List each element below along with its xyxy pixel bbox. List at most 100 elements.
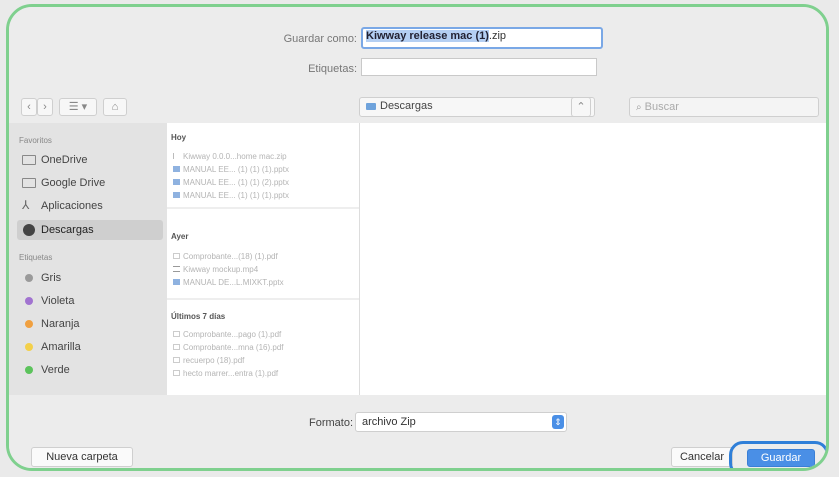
sidebar-tag-violeta[interactable]: Violeta <box>17 291 163 311</box>
new-folder-toolbar-button[interactable]: ⌂ <box>103 98 127 116</box>
file-list-column: Hoy Kiwway 0.0.0...home mac.zip MANUAL E… <box>167 123 360 395</box>
preview-column[interactable] <box>360 123 826 395</box>
section-divider <box>167 298 359 300</box>
sidebar-tag-gris[interactable]: Gris <box>17 268 163 288</box>
section-heading-hoy: Hoy <box>171 133 187 142</box>
sidebar-item-label: Violeta <box>41 295 75 307</box>
back-button[interactable]: ‹ <box>21 98 37 116</box>
cancel-label: Cancelar <box>679 451 725 463</box>
forward-button[interactable]: › <box>37 98 53 116</box>
file-name: Kiwway mockup.mp4 <box>183 265 259 274</box>
updown-chevron-icon: ⇕ <box>552 415 564 429</box>
sidebar-item-label: Verde <box>41 364 70 376</box>
sidebar-item-aplicaciones[interactable]: ⅄ Aplicaciones <box>17 196 163 216</box>
format-label: Formato: <box>308 417 353 429</box>
location-label: Descargas <box>380 100 433 112</box>
file-name: MANUAL EE... (1) (1) (2).pptx <box>183 178 289 187</box>
file-name: MANUAL DE...L.MIXKT.pptx <box>183 278 284 287</box>
sidebar-tag-naranja[interactable]: Naranja <box>17 314 163 334</box>
search-field[interactable]: ⌕ Buscar <box>629 97 819 117</box>
doc-icon <box>173 192 180 198</box>
sidebar-item-onedrive[interactable]: OneDrive <box>17 150 163 170</box>
file-name: Comprobante...mna (16).pdf <box>183 343 284 352</box>
view-mode-button[interactable]: ☰ ▾ <box>59 98 97 116</box>
save-label: Guardar <box>760 452 802 464</box>
list-item[interactable]: hecto marrer...entra (1).pdf <box>171 367 357 380</box>
dialog-footer: Formato: archivo Zip ⇕ Nueva carpeta Can… <box>9 395 826 468</box>
filename-field[interactable]: Kiwway release mac (1).zip <box>361 27 603 49</box>
list-item[interactable]: Kiwway mockup.mp4 <box>171 263 357 276</box>
apps-icon: ⅄ <box>22 198 30 212</box>
sidebar-item-label: Descargas <box>41 224 94 236</box>
pdf-icon <box>173 357 180 363</box>
sidebar-item-label: Gris <box>41 272 62 284</box>
sidebar-item-label: OneDrive <box>41 154 88 166</box>
folder-icon <box>22 178 36 188</box>
folder-icon <box>22 155 36 165</box>
file-name: Comprobante...(18) (1).pdf <box>183 252 278 261</box>
chevron-right-icon: › <box>43 101 47 113</box>
download-icon <box>23 224 35 236</box>
list-item[interactable]: MANUAL EE... (1) (1) (1).pptx <box>171 189 357 202</box>
tag-dot-icon <box>25 274 33 282</box>
tag-dot-icon <box>25 297 33 305</box>
zip-icon <box>173 153 181 159</box>
folder-icon <box>366 102 376 110</box>
list-item[interactable]: Comprobante...(18) (1).pdf <box>171 250 357 263</box>
save-dialog: Guardar como: Kiwway release mac (1).zip… <box>6 4 829 471</box>
list-item[interactable]: MANUAL EE... (1) (1) (2).pptx <box>171 176 357 189</box>
sidebar-item-label: Aplicaciones <box>41 200 103 212</box>
doc-icon <box>173 166 180 172</box>
filename-extension: .zip <box>488 30 507 42</box>
list-item[interactable]: MANUAL DE...L.MIXKT.pptx <box>171 276 357 289</box>
file-name: hecto marrer...entra (1).pdf <box>183 369 279 378</box>
cancel-button[interactable]: Cancelar <box>671 447 733 467</box>
sidebar-tag-amarilla[interactable]: Amarilla <box>17 337 163 357</box>
tags-heading: Etiquetas <box>19 253 53 262</box>
video-icon <box>173 266 180 272</box>
chevron-up-icon: ⌃ <box>576 101 586 113</box>
list-item[interactable]: Comprobante...pago (1).pdf <box>171 328 357 341</box>
file-name: Comprobante...pago (1).pdf <box>183 330 282 339</box>
sidebar-item-descargas[interactable]: Descargas <box>17 220 163 240</box>
new-folder-button[interactable]: Nueva carpeta <box>31 447 133 467</box>
sidebar-item-google-drive[interactable]: Google Drive <box>17 173 163 193</box>
format-value: archivo Zip <box>362 416 416 428</box>
expand-collapse-button[interactable]: ⌃ <box>571 97 591 117</box>
file-name: MANUAL EE... (1) (1) (1).pptx <box>183 165 289 174</box>
doc-icon <box>173 279 180 285</box>
save-button[interactable]: Guardar <box>747 449 815 467</box>
format-select[interactable]: archivo Zip ⇕ <box>355 412 567 432</box>
dialog-header: Guardar como: Kiwway release mac (1).zip… <box>9 7 826 89</box>
filename-selected-text: Kiwway release mac (1) <box>366 30 489 42</box>
file-name: recuerpo (18).pdf <box>183 356 245 365</box>
section-heading-ultimos-7-dias: Últimos 7 días <box>171 312 226 321</box>
sidebar-item-label: Naranja <box>41 318 80 330</box>
list-view-icon: ☰ ▾ <box>68 101 88 113</box>
new-folder-label: Nueva carpeta <box>46 451 118 463</box>
file-name: Kiwway 0.0.0...home mac.zip <box>183 152 287 161</box>
list-item[interactable]: Kiwway 0.0.0...home mac.zip <box>171 150 357 163</box>
doc-icon <box>173 179 180 185</box>
location-dropdown[interactable]: Descargas ⇕ <box>359 97 595 117</box>
sidebar-tag-verde[interactable]: Verde <box>17 360 163 380</box>
sidebar-item-label: Amarilla <box>41 341 81 353</box>
save-as-label: Guardar como: <box>283 33 357 45</box>
section-heading-ayer: Ayer <box>171 232 189 241</box>
file-name: MANUAL EE... (1) (1) (1).pptx <box>183 191 289 200</box>
chevron-left-icon: ‹ <box>27 101 31 113</box>
sidebar: Favoritos OneDrive Google Drive ⅄ Aplica… <box>9 123 167 395</box>
list-item[interactable]: MANUAL EE... (1) (1) (1).pptx <box>171 163 357 176</box>
navigation-bar: ‹ › ☰ ▾ ⌂ Descargas ⇕ ⌃ ⌕ Buscar <box>9 91 826 121</box>
list-item[interactable]: Comprobante...mna (16).pdf <box>171 341 357 354</box>
pdf-icon <box>173 370 180 376</box>
tags-field[interactable] <box>361 58 597 76</box>
tag-dot-icon <box>25 343 33 351</box>
tag-dot-icon <box>25 366 33 374</box>
list-item[interactable]: recuerpo (18).pdf <box>171 354 357 367</box>
search-placeholder: Buscar <box>644 101 679 113</box>
sidebar-item-label: Google Drive <box>41 177 106 189</box>
favorites-heading: Favoritos <box>19 136 52 145</box>
section-divider <box>167 207 359 209</box>
folder-plus-icon: ⌂ <box>111 101 119 113</box>
